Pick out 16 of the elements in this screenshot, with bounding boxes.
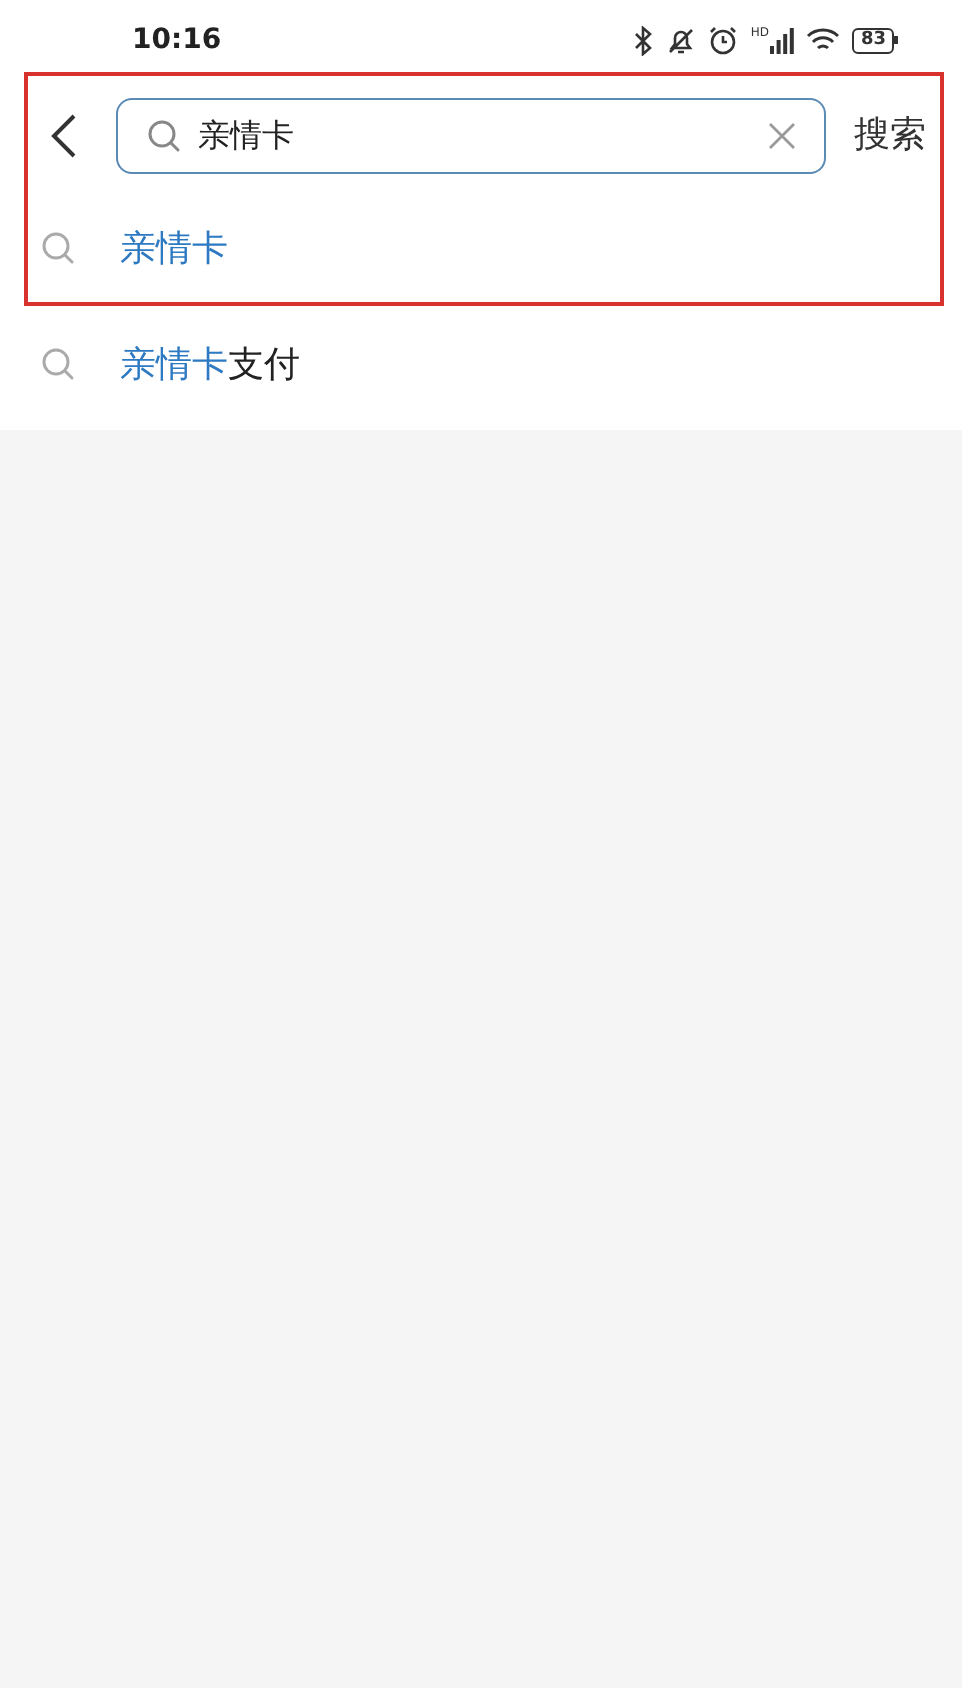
- search-button[interactable]: 搜索: [854, 108, 926, 162]
- back-icon: [50, 111, 78, 159]
- search-field[interactable]: 亲情卡: [116, 97, 826, 173]
- bell-off-icon: [666, 25, 697, 55]
- status-time: 10:16: [132, 21, 222, 59]
- search-icon: [40, 346, 76, 382]
- battery-indicator: 83: [852, 27, 898, 53]
- search-icon: [146, 117, 182, 153]
- signal-icon: [770, 27, 795, 53]
- search-icon: [40, 230, 76, 266]
- suggestion-item[interactable]: 亲情卡: [0, 190, 962, 306]
- alarm-icon: [708, 25, 739, 55]
- suggestion-item[interactable]: 亲情卡支付: [0, 306, 962, 422]
- bluetooth-icon: [634, 25, 655, 55]
- wifi-icon: [806, 26, 841, 54]
- clear-icon[interactable]: [768, 121, 796, 149]
